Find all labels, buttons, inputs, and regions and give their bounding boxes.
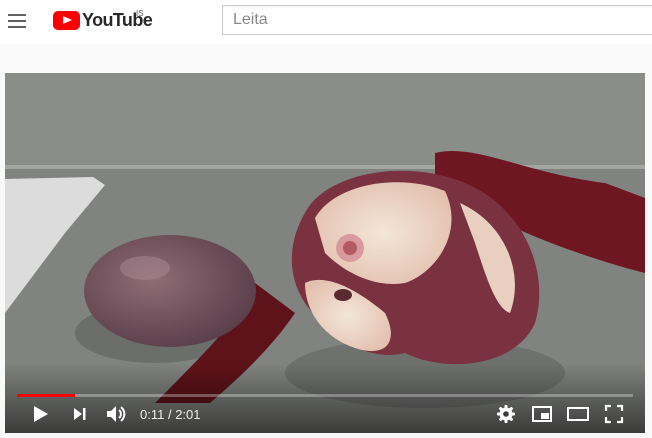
menu-icon-bar bbox=[8, 26, 26, 28]
next-button[interactable] bbox=[65, 399, 95, 429]
menu-icon-bar bbox=[8, 14, 26, 16]
duration: 2:01 bbox=[175, 407, 201, 422]
fullscreen-button[interactable] bbox=[599, 399, 629, 429]
masthead: YouTube IS bbox=[0, 0, 652, 44]
youtube-logo[interactable]: YouTube IS bbox=[53, 8, 163, 34]
menu-icon-bar bbox=[8, 20, 26, 22]
volume-icon bbox=[107, 406, 126, 422]
play-icon bbox=[34, 406, 48, 422]
country-code: IS bbox=[136, 9, 144, 18]
search-box[interactable] bbox=[222, 5, 652, 35]
mute-button[interactable] bbox=[102, 399, 132, 429]
next-icon bbox=[74, 408, 86, 420]
progress-bar[interactable] bbox=[17, 394, 633, 397]
player-controls: 0:11 / 2:01 bbox=[5, 399, 645, 429]
theater-mode-icon bbox=[567, 407, 589, 421]
play-button[interactable] bbox=[25, 399, 55, 429]
settings-button[interactable] bbox=[491, 399, 521, 429]
search-input[interactable] bbox=[223, 6, 652, 34]
miniplayer-button[interactable] bbox=[527, 399, 557, 429]
video-player[interactable]: 0:11 / 2:01 bbox=[5, 73, 645, 433]
miniplayer-icon bbox=[532, 406, 552, 422]
time-display: 0:11 / 2:01 bbox=[140, 407, 201, 422]
youtube-play-icon bbox=[53, 11, 80, 30]
progress-played bbox=[17, 394, 75, 397]
fullscreen-icon bbox=[604, 404, 624, 424]
settings-icon bbox=[497, 405, 515, 423]
theater-mode-button[interactable] bbox=[563, 399, 593, 429]
time-separator: / bbox=[164, 407, 176, 422]
current-time: 0:11 bbox=[140, 407, 165, 422]
guide-menu-button[interactable] bbox=[8, 11, 30, 31]
